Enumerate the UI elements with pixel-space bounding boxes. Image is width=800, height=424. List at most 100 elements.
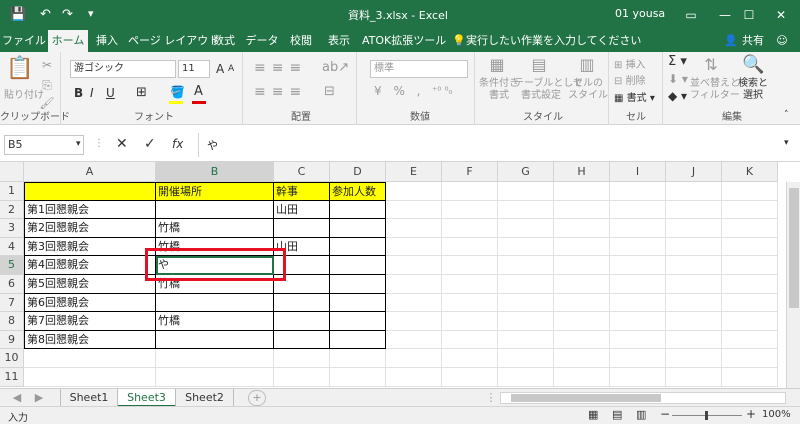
find-select-label[interactable]: 検索と 選択 <box>734 78 772 102</box>
cell-g3[interactable] <box>498 219 554 238</box>
cell-c3[interactable] <box>274 219 330 238</box>
cell-d2[interactable] <box>330 200 386 220</box>
undo-icon[interactable]: ↶ <box>40 7 51 22</box>
cell-b3[interactable]: 竹橋 <box>156 219 274 238</box>
autosum-icon[interactable]: Σ ▾ <box>668 54 687 69</box>
cell-j5[interactable] <box>666 256 722 275</box>
row-header-11[interactable]: 11 <box>0 368 24 387</box>
name-box-dropdown-icon[interactable]: ▾ <box>76 139 81 149</box>
cell-c9[interactable] <box>274 330 330 350</box>
decimal-icons[interactable]: ⁺⁰ ⁰₀ <box>432 86 452 97</box>
cell-e2[interactable] <box>386 200 442 220</box>
cell-j8[interactable] <box>666 312 722 331</box>
cell-f5[interactable] <box>442 256 498 275</box>
cell-styles-icon[interactable]: ▥ <box>576 54 598 76</box>
cell-c1[interactable]: 幹事 <box>274 182 330 201</box>
cell-g9[interactable] <box>498 330 554 350</box>
cell-j11[interactable] <box>666 368 722 387</box>
conditional-format-icon[interactable]: ▦ <box>486 54 508 76</box>
cell-d7[interactable] <box>330 293 386 313</box>
cell-f6[interactable] <box>442 275 498 294</box>
cell-f7[interactable] <box>442 293 498 313</box>
insert-cells-button[interactable]: ⊞ 挿入 <box>614 56 646 71</box>
row-header-2[interactable]: 2 <box>0 200 24 220</box>
column-header-f[interactable]: F <box>442 162 498 182</box>
grow-font-button[interactable]: A <box>216 62 224 76</box>
column-header-b[interactable]: B <box>156 162 274 182</box>
cell-b11[interactable] <box>156 368 274 387</box>
tab-insert[interactable]: 挿入 <box>92 30 122 52</box>
cell-h1[interactable] <box>554 182 610 201</box>
tab-review[interactable]: 校閲 <box>284 30 318 52</box>
cell-a7[interactable]: 第6回懇親会 <box>24 293 156 313</box>
cell-e3[interactable] <box>386 219 442 238</box>
cell-h8[interactable] <box>554 312 610 331</box>
cell-i11[interactable] <box>610 368 666 387</box>
font-size-box[interactable]: 11 <box>178 60 210 78</box>
zoom-out-button[interactable]: − <box>660 407 670 421</box>
cell-e7[interactable] <box>386 293 442 313</box>
cell-g5[interactable] <box>498 256 554 275</box>
user-name[interactable]: 01 yousa <box>615 7 665 20</box>
cell-e5[interactable] <box>386 256 442 275</box>
font-name-box[interactable]: 游ゴシック <box>70 60 176 78</box>
cell-b9[interactable] <box>156 330 274 350</box>
cell-j9[interactable] <box>666 330 722 350</box>
customize-qat-icon[interactable]: ▾ <box>88 7 94 20</box>
borders-icon[interactable]: ⊞ <box>136 85 147 100</box>
cell-j10[interactable] <box>666 349 722 368</box>
cell-k11[interactable] <box>722 368 778 387</box>
cell-e8[interactable] <box>386 312 442 331</box>
vertical-scrollbar[interactable] <box>786 182 800 388</box>
formula-input[interactable]: や <box>198 133 796 157</box>
font-color-icon[interactable]: A <box>194 84 203 99</box>
column-header-c[interactable]: C <box>274 162 330 182</box>
scroll-sheets-right-icon[interactable]: ▶ <box>32 389 46 407</box>
cell-e1[interactable] <box>386 182 442 201</box>
fill-color-icon[interactable]: 🪣 <box>170 85 185 99</box>
cell-h9[interactable] <box>554 330 610 350</box>
cell-b10[interactable] <box>156 349 274 368</box>
cell-b2[interactable] <box>156 200 274 220</box>
row-header-6[interactable]: 6 <box>0 275 24 294</box>
cell-d8[interactable] <box>330 312 386 331</box>
cell-b1[interactable]: 開催場所 <box>156 182 274 201</box>
cell-e6[interactable] <box>386 275 442 294</box>
cell-e11[interactable] <box>386 368 442 387</box>
row-header-8[interactable]: 8 <box>0 312 24 331</box>
cell-i8[interactable] <box>610 312 666 331</box>
cell-k8[interactable] <box>722 312 778 331</box>
cell-k6[interactable] <box>722 275 778 294</box>
horizontal-scroll-thumb[interactable] <box>511 394 661 402</box>
cell-j1[interactable] <box>666 182 722 201</box>
cell-i3[interactable] <box>610 219 666 238</box>
tell-me-box[interactable]: 実行したい作業を入力してください <box>466 30 641 52</box>
cell-g2[interactable] <box>498 200 554 220</box>
tab-atok[interactable]: ATOK拡張ツール <box>362 30 446 52</box>
clear-icon[interactable]: ◆ ▾ <box>668 89 687 103</box>
sheet-tab-sheet1[interactable]: Sheet1 <box>60 389 118 407</box>
underline-button[interactable]: U <box>106 86 115 100</box>
cell-k3[interactable] <box>722 219 778 238</box>
row-header-10[interactable]: 10 <box>0 349 24 368</box>
cell-h7[interactable] <box>554 293 610 313</box>
cell-h11[interactable] <box>554 368 610 387</box>
close-button[interactable]: ✕ <box>762 0 800 30</box>
cell-a11[interactable] <box>24 368 156 387</box>
cell-b8[interactable]: 竹橋 <box>156 312 274 331</box>
cell-g6[interactable] <box>498 275 554 294</box>
cell-g10[interactable] <box>498 349 554 368</box>
zoom-in-button[interactable]: + <box>746 407 756 421</box>
cell-k5[interactable] <box>722 256 778 275</box>
format-as-table-label[interactable]: テーブルとして 書式設定 <box>514 78 583 102</box>
zoom-slider-thumb[interactable] <box>705 411 708 420</box>
cell-d6[interactable] <box>330 275 386 294</box>
zoom-level[interactable]: 100% <box>762 409 791 420</box>
sheet-tab-sheet3[interactable]: Sheet3 <box>118 389 176 407</box>
cell-d4[interactable] <box>330 237 386 257</box>
share-button[interactable]: 共有 <box>740 30 766 52</box>
cell-c11[interactable] <box>274 368 330 387</box>
cell-d10[interactable] <box>330 349 386 368</box>
cell-j7[interactable] <box>666 293 722 313</box>
format-as-table-icon[interactable]: ▤ <box>528 54 550 76</box>
